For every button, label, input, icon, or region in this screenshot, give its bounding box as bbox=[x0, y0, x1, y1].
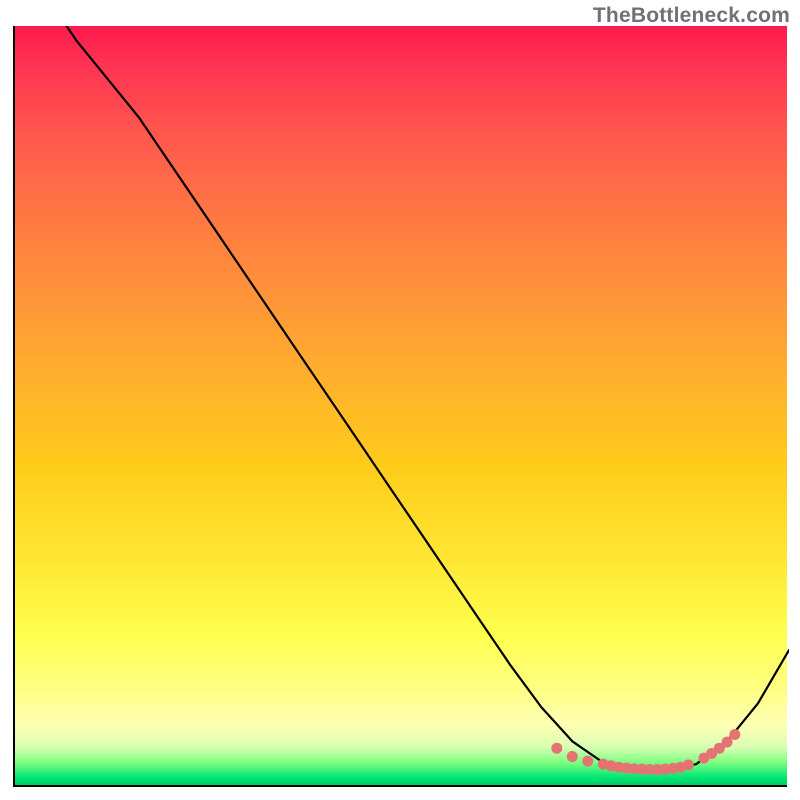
optimal-marker bbox=[629, 763, 640, 774]
optimal-marker bbox=[722, 737, 733, 748]
optimal-marker bbox=[675, 762, 686, 773]
optimal-marker bbox=[706, 748, 717, 759]
optimal-marker bbox=[714, 743, 725, 754]
optimal-marker bbox=[644, 764, 655, 775]
plot-area bbox=[13, 26, 787, 787]
chart-container: TheBottleneck.com bbox=[0, 0, 800, 800]
marker-group bbox=[551, 729, 740, 775]
optimal-marker bbox=[567, 751, 578, 762]
optimal-marker bbox=[582, 756, 593, 767]
optimal-marker bbox=[636, 764, 647, 775]
watermark-text: TheBottleneck.com bbox=[593, 4, 790, 28]
curve-group bbox=[46, 26, 789, 770]
optimal-marker bbox=[667, 763, 678, 774]
optimal-marker bbox=[729, 729, 740, 740]
optimal-marker bbox=[613, 762, 624, 773]
bottleneck-curve-path bbox=[46, 26, 789, 770]
optimal-marker bbox=[621, 762, 632, 773]
optimal-marker bbox=[698, 753, 709, 764]
optimal-marker bbox=[598, 759, 609, 770]
optimal-marker bbox=[652, 764, 663, 775]
chart-svg bbox=[15, 26, 789, 787]
optimal-marker bbox=[683, 759, 694, 770]
optimal-marker bbox=[660, 764, 671, 775]
optimal-marker bbox=[551, 743, 562, 754]
optimal-marker bbox=[605, 760, 616, 771]
